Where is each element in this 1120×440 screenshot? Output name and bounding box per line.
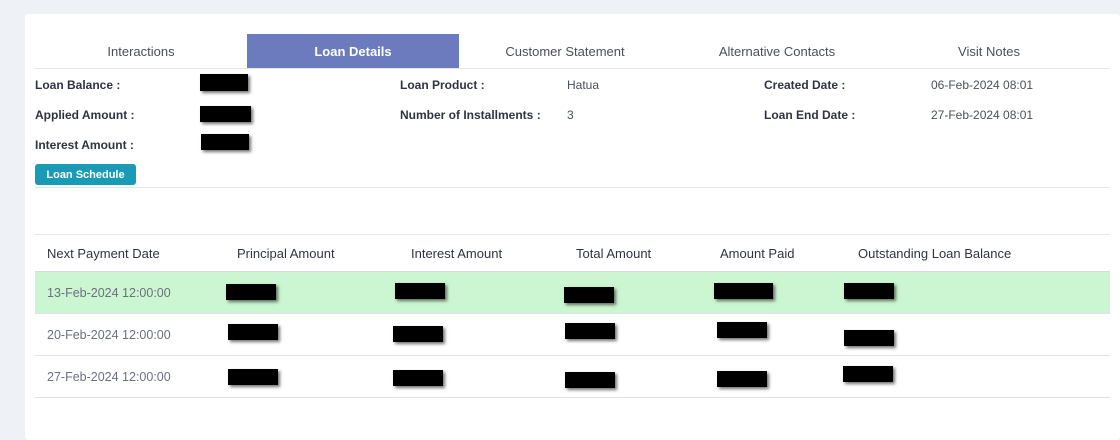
loan-end-date-value: 27-Feb-2024 08:01 <box>931 108 1034 122</box>
principal-redacted <box>228 324 278 340</box>
tab-interactions[interactable]: Interactions <box>35 34 247 68</box>
row-date: 13-Feb-2024 12:00:00 <box>47 286 171 300</box>
table-row[interactable]: 13-Feb-2024 12:00:00 <box>35 272 1110 314</box>
tab-loan-details[interactable]: Loan Details <box>247 34 459 68</box>
total-redacted <box>564 287 614 303</box>
tab-visit-notes[interactable]: Visit Notes <box>883 34 1095 68</box>
row-date: 20-Feb-2024 12:00:00 <box>47 328 171 342</box>
loan-details-panel: Loan Balance : Applied Amount : Interest… <box>35 70 1110 185</box>
table-row[interactable]: 27-Feb-2024 12:00:00 <box>35 356 1110 398</box>
col-outstanding-balance: Outstanding Loan Balance <box>858 246 1012 261</box>
loan-schedule-table: Next Payment Date Principal Amount Inter… <box>35 234 1110 398</box>
tab-customer-statement[interactable]: Customer Statement <box>459 34 671 68</box>
col-amount-paid: Amount Paid <box>720 246 795 261</box>
outstanding-redacted <box>843 366 893 382</box>
loan-product-value: Hatua <box>567 78 600 92</box>
table-header: Next Payment Date Principal Amount Inter… <box>35 234 1110 272</box>
loan-balance-redacted <box>200 74 248 91</box>
applied-amount-label: Applied Amount : <box>35 108 135 122</box>
section-divider <box>35 187 1110 188</box>
interest-redacted <box>393 326 443 342</box>
applied-amount-redacted <box>200 106 251 122</box>
col-interest-amount: Interest Amount <box>411 246 503 261</box>
interest-amount-label: Interest Amount : <box>35 138 134 152</box>
interest-redacted <box>395 283 445 299</box>
tab-bar: Interactions Loan Details Customer State… <box>35 34 1110 69</box>
principal-redacted <box>226 284 276 300</box>
interest-amount-redacted <box>201 134 249 150</box>
total-redacted <box>565 323 615 339</box>
created-date-label: Created Date : <box>764 78 846 92</box>
installments-label: Number of Installments : <box>400 108 541 122</box>
loan-end-date-label: Loan End Date : <box>764 108 856 122</box>
loan-balance-label: Loan Balance : <box>35 78 121 92</box>
loan-card: Interactions Loan Details Customer State… <box>25 14 1120 440</box>
created-date-value: 06-Feb-2024 08:01 <box>931 78 1034 92</box>
outstanding-redacted <box>844 283 894 299</box>
col-principal-amount: Principal Amount <box>237 246 335 261</box>
loan-schedule-button[interactable]: Loan Schedule <box>35 164 136 185</box>
col-next-payment-date: Next Payment Date <box>47 246 160 261</box>
table-row[interactable]: 20-Feb-2024 12:00:00 <box>35 314 1110 356</box>
paid-redacted <box>717 322 767 338</box>
paid-redacted <box>717 371 767 387</box>
loan-product-label: Loan Product : <box>400 78 485 92</box>
row-date: 27-Feb-2024 12:00:00 <box>47 370 171 384</box>
principal-redacted <box>228 369 278 385</box>
paid-redacted <box>714 283 773 299</box>
col-total-amount: Total Amount <box>576 246 652 261</box>
interest-redacted <box>393 370 443 386</box>
tab-alternative-contacts[interactable]: Alternative Contacts <box>671 34 883 68</box>
installments-value: 3 <box>567 108 574 122</box>
outstanding-redacted <box>844 330 894 346</box>
total-redacted <box>565 372 615 388</box>
